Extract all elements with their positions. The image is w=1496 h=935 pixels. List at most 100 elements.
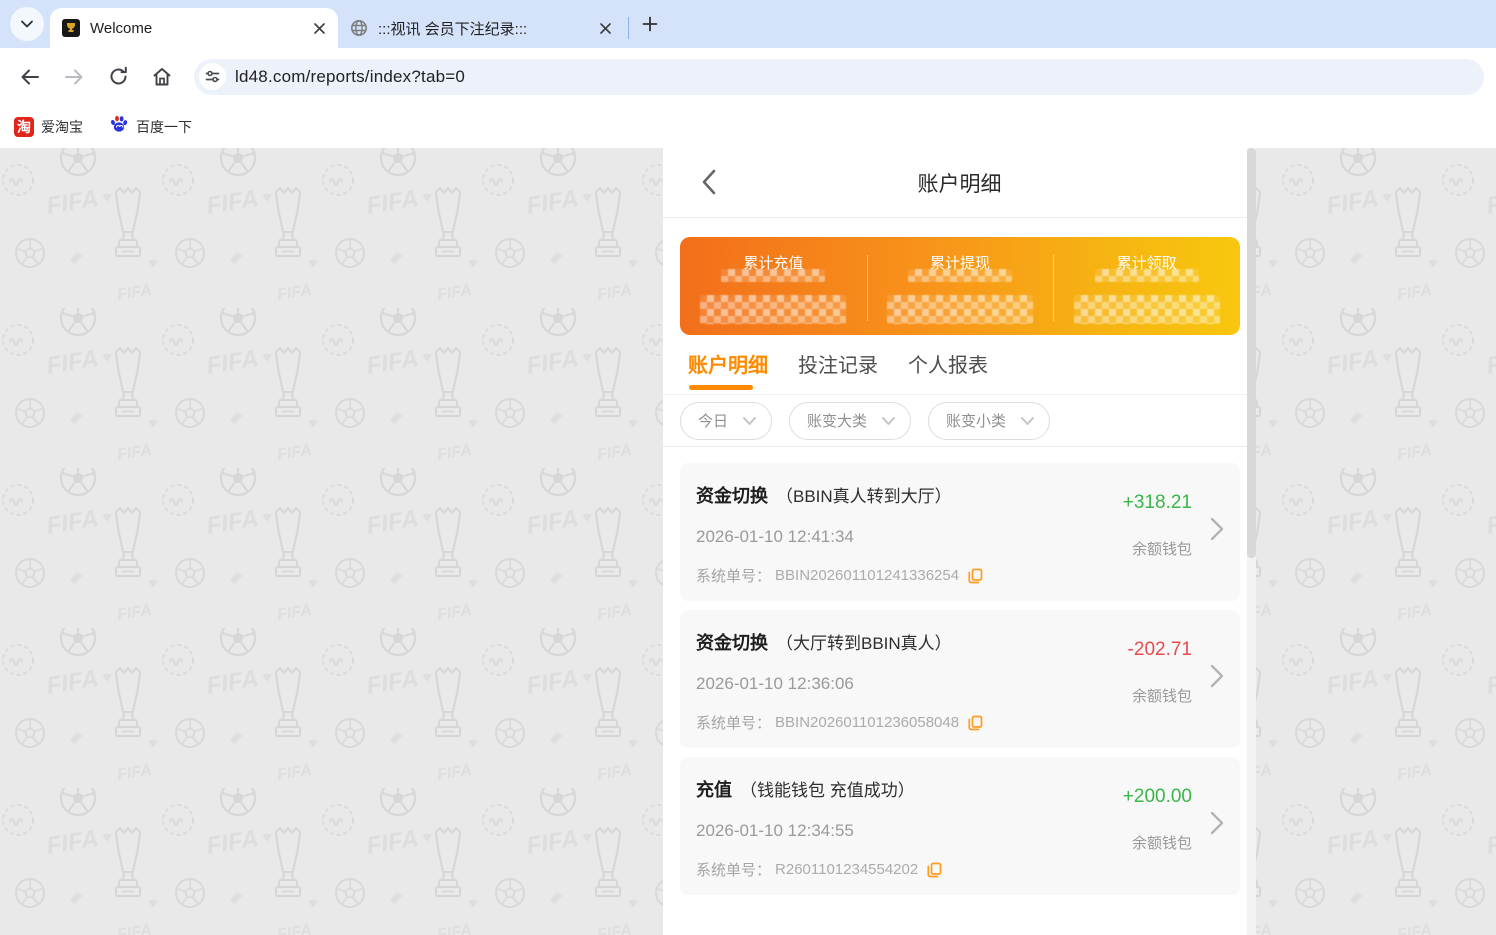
trophy-logo-icon bbox=[62, 19, 80, 37]
reload-icon bbox=[108, 66, 129, 87]
summary-label: 累计提现 bbox=[930, 252, 990, 273]
transaction-card[interactable]: 资金切换 （大厅转到BBIN真人） 2026-01-10 12:36:06 系统… bbox=[680, 610, 1240, 748]
summary-label: 累计充值 bbox=[743, 252, 803, 273]
summary-label: 累计领取 bbox=[1117, 252, 1177, 273]
page-title: 账户明细 bbox=[918, 168, 1002, 198]
txn-detail: （BBIN真人转到大厅） bbox=[776, 482, 952, 507]
txn-order-number: BBIN202601101236058048 bbox=[775, 714, 959, 731]
chevron-right-icon[interactable] bbox=[1210, 664, 1224, 688]
copy-icon[interactable] bbox=[927, 862, 942, 878]
txn-detail: （大厅转到BBIN真人） bbox=[776, 629, 952, 654]
date-filter-dropdown[interactable]: 今日 bbox=[680, 402, 772, 440]
txn-time: 2026-01-10 12:41:34 bbox=[696, 527, 1192, 547]
chevron-down-icon bbox=[20, 17, 34, 31]
panel-header: 账户明细 bbox=[663, 148, 1256, 218]
filter-label: 账变小类 bbox=[946, 410, 1006, 431]
browser-tab-welcome[interactable]: Welcome bbox=[50, 8, 338, 48]
copy-icon[interactable] bbox=[968, 568, 983, 584]
address-bar[interactable]: ld48.com/reports/index?tab=0 bbox=[194, 59, 1484, 95]
reload-button[interactable] bbox=[100, 59, 136, 95]
back-arrow-icon bbox=[19, 66, 41, 88]
forward-button[interactable] bbox=[56, 59, 92, 95]
txn-amount: -202.71 bbox=[1128, 639, 1192, 661]
txn-amount: +318.21 bbox=[1123, 492, 1192, 514]
tab-close-icon[interactable] bbox=[310, 19, 328, 37]
globe-icon bbox=[350, 19, 368, 37]
filter-row: 今日 账变大类 账变小类 bbox=[663, 395, 1256, 447]
txn-time: 2026-01-10 12:34:55 bbox=[696, 821, 1192, 841]
txn-type: 充值 bbox=[696, 776, 732, 802]
tab-account-detail[interactable]: 账户明细 bbox=[688, 349, 768, 394]
chevron-right-icon[interactable] bbox=[1210, 811, 1224, 835]
tab-search-button[interactable] bbox=[10, 7, 44, 41]
new-tab-button[interactable] bbox=[635, 9, 665, 39]
tab-title: Welcome bbox=[90, 20, 310, 37]
txn-amount: +200.00 bbox=[1123, 786, 1192, 808]
tab-personal-report[interactable]: 个人报表 bbox=[908, 349, 988, 394]
transaction-card[interactable]: 资金切换 （BBIN真人转到大厅） 2026-01-10 12:41:34 系统… bbox=[680, 463, 1240, 601]
transaction-card[interactable]: 充值 （钱能钱包 充值成功） 2026-01-10 12:34:55 系统单号：… bbox=[680, 757, 1240, 895]
tab-close-icon[interactable] bbox=[596, 19, 614, 37]
txn-order-label: 系统单号： bbox=[696, 859, 771, 880]
report-tabs: 账户明细 投注记录 个人报表 bbox=[663, 335, 1256, 395]
chevron-down-icon bbox=[1020, 416, 1035, 426]
plus-icon bbox=[642, 16, 658, 32]
browser-tab-records[interactable]: :::视讯 会员下注纪录::: bbox=[338, 8, 624, 48]
tab-title: :::视讯 会员下注纪录::: bbox=[378, 18, 596, 39]
txn-order-number: BBIN202601101241336254 bbox=[775, 567, 959, 584]
tab-divider bbox=[628, 17, 629, 39]
chevron-right-icon[interactable] bbox=[1210, 517, 1224, 541]
copy-icon[interactable] bbox=[968, 715, 983, 731]
back-nav-button[interactable] bbox=[689, 162, 729, 202]
summary-total-deposit: 累计充值 bbox=[680, 237, 867, 335]
major-category-dropdown[interactable]: 账变大类 bbox=[789, 402, 911, 440]
txn-wallet: 余额钱包 bbox=[1132, 685, 1192, 706]
summary-total-withdrawal: 累计提现 bbox=[867, 237, 1054, 335]
taobao-icon: 淘 bbox=[14, 117, 34, 137]
summary-card: 累计充值 累计提现 累计领取 bbox=[680, 237, 1240, 335]
txn-wallet: 余额钱包 bbox=[1132, 538, 1192, 559]
url-text[interactable]: ld48.com/reports/index?tab=0 bbox=[235, 67, 465, 87]
chevron-down-icon bbox=[881, 416, 896, 426]
back-button[interactable] bbox=[12, 59, 48, 95]
blurred-value bbox=[700, 295, 846, 324]
bookmark-baidu[interactable]: 百度一下 bbox=[109, 114, 192, 139]
forward-arrow-icon bbox=[63, 66, 85, 88]
chevron-down-icon bbox=[742, 416, 757, 426]
account-detail-panel: 账户明细 累计充值 累计提现 累计领取 账户明细 bbox=[663, 148, 1256, 935]
txn-type: 资金切换 bbox=[696, 482, 768, 508]
txn-detail: （钱能钱包 充值成功） bbox=[740, 776, 915, 801]
summary-total-claim: 累计领取 bbox=[1053, 237, 1240, 335]
active-tab-underline bbox=[689, 385, 753, 390]
txn-type: 资金切换 bbox=[696, 629, 768, 655]
txn-order-label: 系统单号： bbox=[696, 565, 771, 586]
tab-label: 账户明细 bbox=[688, 355, 768, 377]
bookmark-taobao[interactable]: 淘 爱淘宝 bbox=[14, 117, 83, 137]
bookmarks-bar: 淘 爱淘宝 百度一下 bbox=[0, 105, 1496, 148]
panel-scrollbar-thumb[interactable] bbox=[1247, 148, 1256, 558]
minor-category-dropdown[interactable]: 账变小类 bbox=[928, 402, 1050, 440]
home-button[interactable] bbox=[144, 59, 180, 95]
home-icon bbox=[151, 66, 173, 88]
baidu-paw-icon bbox=[109, 114, 129, 139]
panel-scrollbar[interactable] bbox=[1247, 148, 1256, 935]
txn-time: 2026-01-10 12:36:06 bbox=[696, 674, 1192, 694]
txn-order-label: 系统单号： bbox=[696, 712, 771, 733]
site-settings-icon[interactable] bbox=[199, 63, 226, 90]
browser-tab-strip: Welcome :::视讯 会员下注纪录::: bbox=[0, 0, 1496, 48]
blurred-value bbox=[1074, 295, 1220, 324]
tab-label: 投注记录 bbox=[798, 355, 878, 377]
bookmark-label: 百度一下 bbox=[136, 117, 192, 137]
tab-bet-records[interactable]: 投注记录 bbox=[798, 349, 878, 394]
txn-order-number: R2601101234554202 bbox=[775, 861, 918, 878]
filter-label: 今日 bbox=[698, 410, 728, 431]
chevron-left-icon bbox=[701, 169, 717, 195]
txn-wallet: 余额钱包 bbox=[1132, 832, 1192, 853]
tab-label: 个人报表 bbox=[908, 355, 988, 377]
transaction-list: 资金切换 （BBIN真人转到大厅） 2026-01-10 12:41:34 系统… bbox=[663, 447, 1256, 895]
blurred-value bbox=[887, 295, 1033, 324]
filter-label: 账变大类 bbox=[807, 410, 867, 431]
browser-toolbar: ld48.com/reports/index?tab=0 bbox=[0, 48, 1496, 105]
bookmark-label: 爱淘宝 bbox=[41, 117, 83, 137]
page-content: FIFA FIFA 账户 bbox=[0, 148, 1496, 935]
